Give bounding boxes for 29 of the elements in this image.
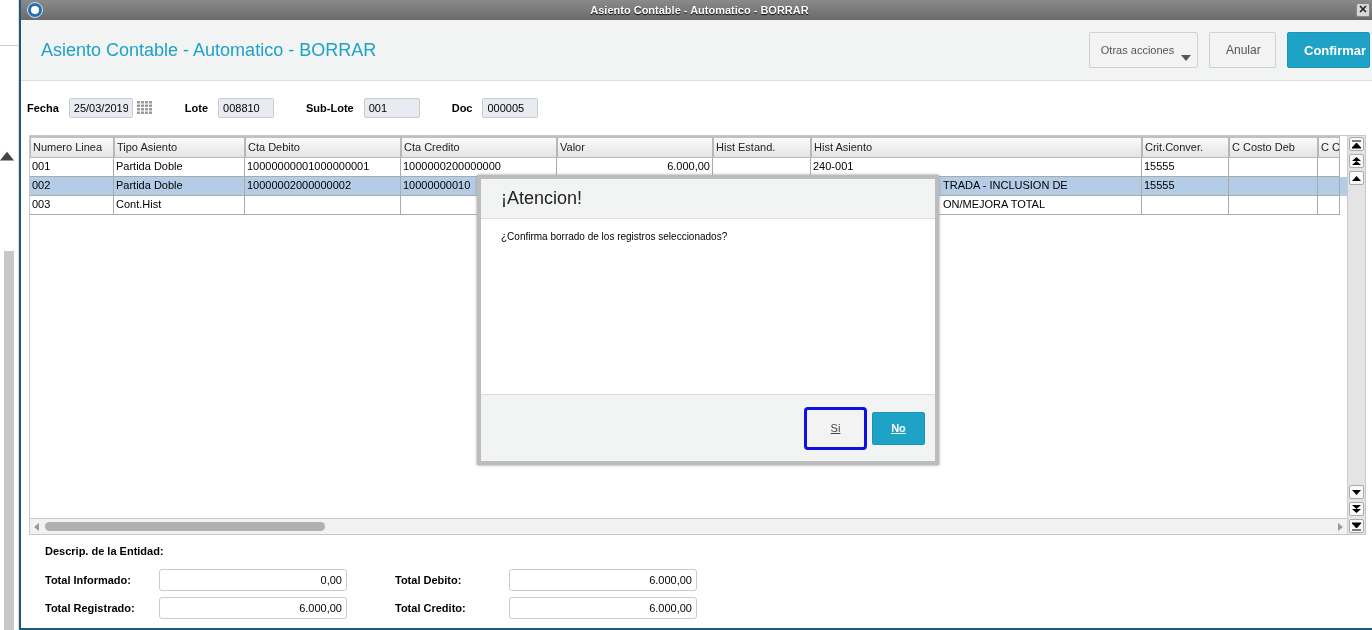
- page-title: Asiento Contable - Automatico - BORRAR: [41, 39, 377, 61]
- field-label: Total Debito:: [395, 574, 463, 586]
- field-label: Doc: [451, 102, 473, 114]
- table-cell: 15555: [1144, 160, 1175, 172]
- dialog-title: ¡Atencion!: [501, 188, 583, 209]
- section-label: Descrip. de la Entidad:: [45, 545, 165, 557]
- table-cell: 10000000010: [403, 179, 471, 191]
- table-cell: 15555: [1144, 179, 1175, 191]
- field-label: Total Informado:: [45, 574, 132, 586]
- table-cell: 1000000200000000: [403, 160, 501, 172]
- field-label: Sub-Lote: [306, 102, 354, 114]
- table-cell: Partida Doble: [116, 160, 183, 172]
- table-cell: Partida Doble: [116, 179, 183, 191]
- table-cell: 002: [32, 179, 51, 191]
- window-title: Asiento Contable - Automatico - BORRAR: [589, 4, 810, 16]
- field-label: Total Credito:: [395, 602, 467, 614]
- table-cell: ON/MEJORA TOTAL: [943, 198, 1046, 210]
- table-cell: TRADA - INCLUSION DE: [943, 179, 1068, 191]
- field-label: Lote: [184, 102, 209, 114]
- table-cell: 003: [32, 198, 51, 210]
- field-label: Total Registrado:: [45, 602, 136, 614]
- table-cell: 10000000001000000001: [247, 160, 370, 172]
- dialog-message: ¿Confirma borrado de los registros seleccionados?: [501, 231, 728, 242]
- table-cell: 240-001: [813, 160, 854, 172]
- table-cell: 10000002000000002: [247, 179, 351, 191]
- table-cell: Cont.Hist: [116, 198, 162, 210]
- table-cell: 6.000,00: [667, 160, 710, 172]
- field-label: Fecha: [27, 102, 59, 114]
- table-cell: 001: [32, 160, 51, 172]
